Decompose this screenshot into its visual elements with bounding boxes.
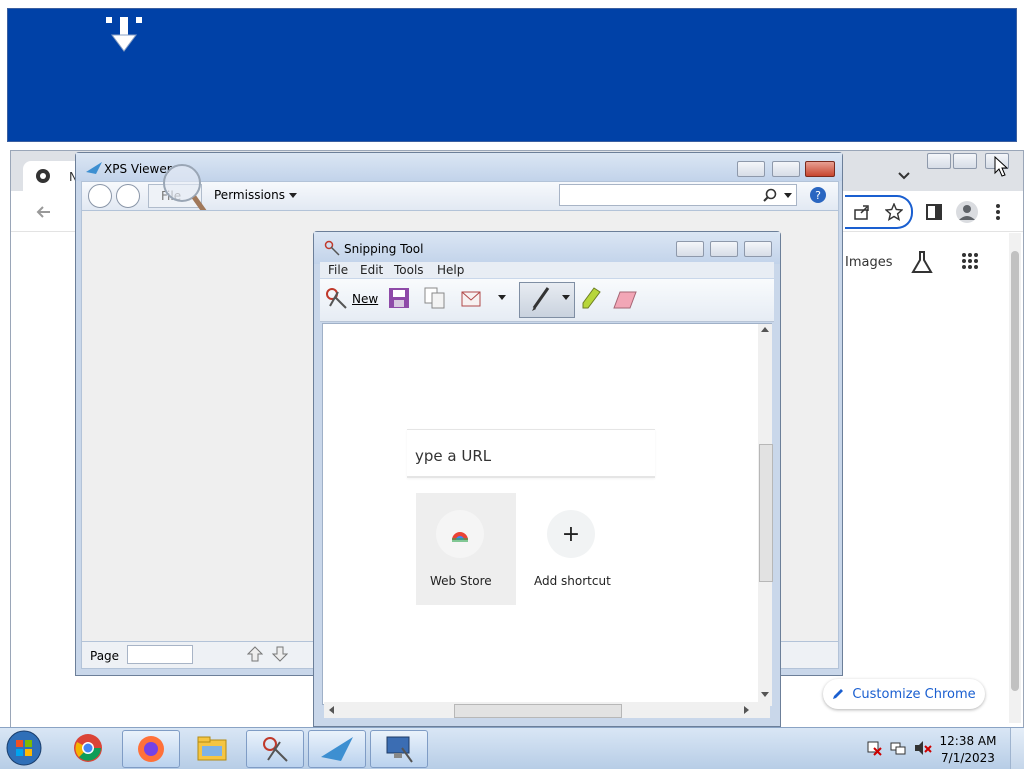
scroll-left-icon[interactable] [328, 706, 336, 714]
images-link[interactable]: Images [845, 255, 893, 270]
xps-back-button[interactable] [88, 184, 112, 208]
taskbar: 12:38 AM 7/1/2023 [0, 727, 1024, 769]
blue-window-panel [7, 8, 1017, 142]
xps-minimize-button[interactable] [737, 161, 765, 177]
monitor-icon [386, 736, 413, 763]
scroll-down-icon[interactable] [761, 690, 769, 698]
chevron-down-icon[interactable] [897, 169, 911, 183]
xps-maximize-button[interactable] [772, 161, 800, 177]
new-snip-icon[interactable] [324, 286, 348, 310]
customize-chrome-button[interactable]: Customize Chrome [823, 679, 985, 709]
scissors-app-icon [324, 240, 340, 256]
firefox-icon [138, 736, 164, 762]
send-snip-icon[interactable] [460, 287, 484, 309]
bookmark-star-icon[interactable] [885, 203, 903, 221]
snip-minimize-button[interactable] [676, 241, 704, 257]
snip-maximize-button[interactable] [710, 241, 738, 257]
send-dropdown-icon[interactable] [498, 295, 506, 301]
chrome-icon [74, 734, 102, 762]
pencil-icon [833, 689, 844, 699]
snip-menubar [320, 262, 774, 278]
snip-close-button[interactable] [744, 241, 772, 257]
snip-menu-file[interactable]: File [328, 263, 348, 277]
page-label: Page [90, 649, 120, 663]
captured-add-shortcut-label: Add shortcut [534, 574, 611, 588]
folder-icon [197, 736, 227, 761]
scroll-right-icon[interactable] [742, 706, 750, 714]
webstore-icon [452, 532, 468, 542]
xps-search-input[interactable] [559, 184, 797, 206]
mouse-pointer-icon [994, 156, 1008, 177]
captured-webstore-label: Web Store [430, 574, 492, 588]
snip-horizontal-thumb[interactable] [454, 704, 622, 718]
svg-text:?: ? [815, 189, 821, 202]
xps-icon [321, 737, 353, 761]
labs-flask-icon[interactable] [911, 250, 933, 274]
pen-icon [532, 287, 550, 311]
volume-muted-icon[interactable] [914, 740, 932, 756]
search-icon[interactable] [763, 188, 777, 202]
scroll-up-icon[interactable] [761, 326, 769, 334]
xps-app-icon [86, 162, 102, 174]
profile-avatar-icon[interactable] [955, 200, 979, 224]
kebab-menu-icon[interactable] [993, 203, 1003, 221]
snip-menu-help[interactable]: Help [437, 263, 464, 277]
chrome-scroll-thumb[interactable] [1011, 251, 1019, 691]
xps-forward-button[interactable] [116, 184, 140, 208]
search-dropdown-icon[interactable] [784, 193, 792, 199]
clock-time[interactable]: 12:38 AM [938, 734, 998, 748]
chrome-minimize-button[interactable] [927, 153, 951, 169]
page-number-input[interactable] [127, 645, 193, 664]
network-icon[interactable] [890, 740, 906, 756]
xps-permissions-menu[interactable]: Permissions [214, 188, 285, 202]
snip-window-title: Snipping Tool [344, 242, 424, 256]
taskbar-snipping-tool[interactable] [246, 730, 304, 768]
taskbar-app[interactable] [370, 730, 428, 768]
taskbar-firefox[interactable] [122, 730, 180, 768]
chrome-favicon-icon [36, 169, 50, 183]
dropdown-arrow-icon [289, 193, 297, 198]
taskbar-explorer[interactable] [184, 730, 240, 766]
start-button-icon[interactable] [4, 729, 44, 767]
taskbar-xps-viewer[interactable] [308, 730, 366, 768]
pen-dropdown-icon[interactable] [562, 295, 570, 301]
highlighter-icon[interactable] [580, 286, 602, 312]
scissors-icon [263, 737, 288, 762]
captured-add-shortcut-icon: + [547, 510, 595, 558]
download-arrow-icon [106, 17, 142, 52]
snip-vertical-thumb[interactable] [759, 444, 773, 582]
xps-close-button[interactable] [805, 161, 835, 177]
chrome-maximize-button[interactable] [953, 153, 977, 169]
new-snip-button[interactable]: New [352, 292, 378, 306]
captured-url-placeholder: ype a URL [415, 447, 492, 465]
snip-menu-edit[interactable]: Edit [360, 263, 383, 277]
side-panel-icon[interactable] [925, 203, 943, 221]
save-icon[interactable] [388, 287, 410, 309]
snip-capture-canvas [322, 323, 772, 705]
help-icon[interactable]: ? [809, 186, 827, 204]
customize-chrome-label: Customize Chrome [852, 686, 976, 702]
back-arrow-icon[interactable] [35, 203, 53, 221]
eraser-icon[interactable] [612, 290, 638, 310]
clock-date[interactable]: 7/1/2023 [938, 751, 998, 765]
apps-grid-icon[interactable] [961, 252, 979, 270]
taskbar-chrome[interactable] [60, 730, 116, 766]
page-up-icon[interactable] [247, 646, 263, 662]
action-center-flag-icon[interactable] [866, 740, 882, 756]
snip-menu-tools[interactable]: Tools [394, 263, 424, 277]
page-down-icon[interactable] [272, 646, 288, 662]
show-desktop-button[interactable] [1010, 728, 1024, 769]
copy-icon[interactable] [424, 287, 446, 309]
snipping-tool-window: Snipping Tool File Edit Tools Help New y… [313, 231, 781, 727]
share-icon[interactable] [853, 203, 871, 221]
